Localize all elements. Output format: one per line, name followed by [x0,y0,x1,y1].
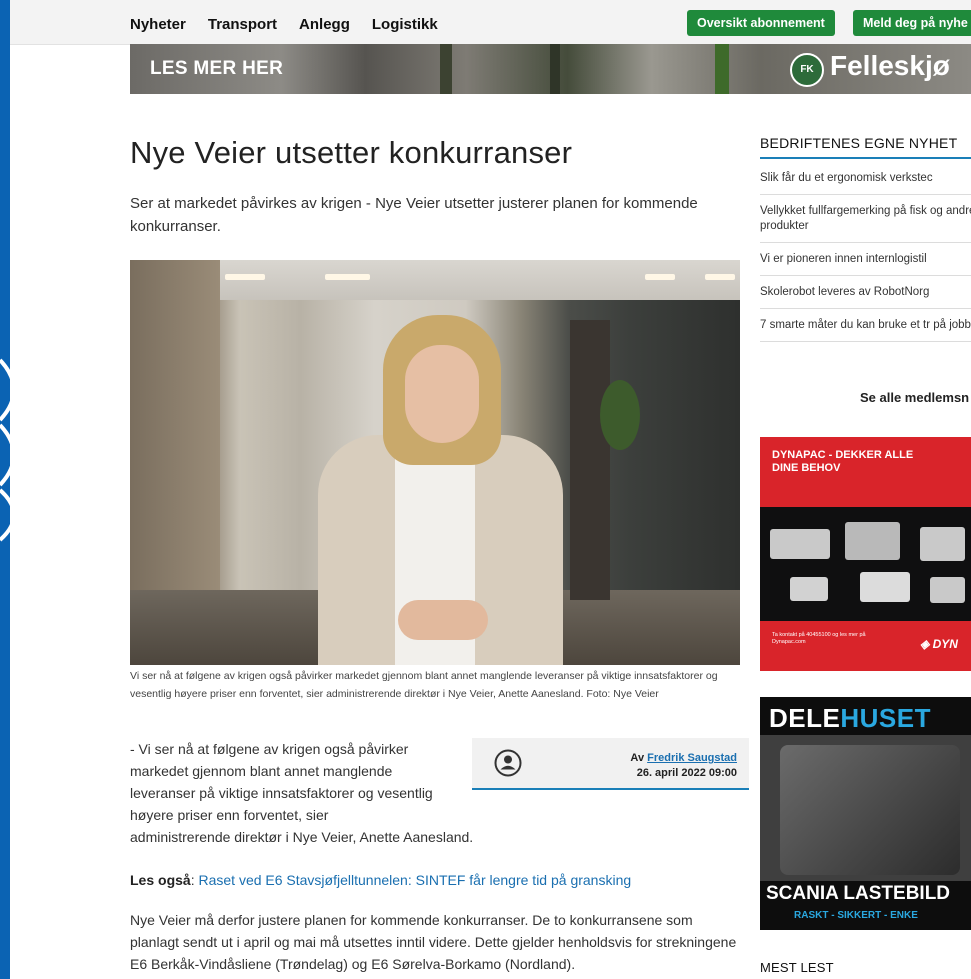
sidebar-news-item[interactable]: 7 smarte måter du kan bruke et tr på job… [760,309,971,342]
dynapac-logo: ◈ DYN [920,637,958,651]
most-read-heading: MEST LEST [760,960,834,975]
banner-cta[interactable]: LES MER HER [150,58,283,80]
newsletter-signup-button[interactable]: Meld deg på nyhe [853,10,971,36]
related-label: Les også [130,872,191,888]
sidebar-heading: BEDRIFTENES EGNE NYHET [760,135,958,151]
ad-footer: Ta kontakt på 40455100 og les mer på Dyn… [760,621,971,671]
top-navigation: Nyheter Transport Anlegg Logistikk Overs… [10,0,971,45]
photo-light [705,274,735,280]
sidebar-news-item[interactable]: Vi er pioneren innen internlogistil [760,243,971,276]
sidebar-news-item[interactable]: Slik får du et ergonomisk verkstec [760,162,971,195]
logo-part: DELE [769,703,841,733]
machine-image [860,572,910,602]
nav-item-nyheter[interactable]: Nyheter [130,16,186,33]
photo-light [225,274,265,280]
delehuset-ad[interactable]: DELEHUSET SCANIA LASTEBILD RASKT - SIKKE… [760,697,971,930]
photo-door [570,320,610,600]
dynapac-ad[interactable]: DYNAPAC - DEKKER ALLE DINE BEHOV Ta kont… [760,437,971,671]
photo-ceiling [130,260,740,300]
ad-title-line: DINE BEHOV [772,462,841,474]
nav-item-anlegg[interactable]: Anlegg [299,16,350,33]
sidebar-news-item[interactable]: Vellykket fullfargemerking på fisk og an… [760,195,971,243]
sidebar-news-item[interactable]: Skolerobot leveres av RobotNorg [760,276,971,309]
ad-header: DYNAPAC - DEKKER ALLE DINE BEHOV [760,437,971,507]
author-prefix: Av [630,752,645,764]
article-body-quote: - Vi ser nå at følgene av krigen også på… [130,738,473,848]
banner-graphic [440,44,452,94]
page: Nyheter Transport Anlegg Logistikk Overs… [10,0,971,979]
logo-part: HUSET [840,703,931,733]
machine-image [920,527,965,561]
nav-item-logistikk[interactable]: Logistikk [372,16,438,33]
related-article-link[interactable]: Raset ved E6 Stavsjøfjelltunnelen: SINTE… [198,872,631,888]
nav-links: Nyheter Transport Anlegg Logistikk [130,16,438,33]
see-all-member-news-link[interactable]: Se alle medlemsn [860,390,969,405]
banner-graphic [550,44,560,94]
ad-contact-text: Ta kontakt på 40455100 og les mer på Dyn… [772,632,866,645]
photo-plant [600,380,640,450]
ad-header: DELEHUSET [760,697,971,735]
machine-image [790,577,828,601]
nav-item-transport[interactable]: Transport [208,16,277,33]
publish-date: 26. april 2022 09:00 [636,767,737,779]
sidebar-news-list: Slik får du et ergonomisk verkstec Velly… [760,162,971,342]
machine-image [845,522,900,560]
felleskjopet-logo-icon: FK [790,53,824,87]
photo-person-face [405,345,479,443]
ad-title: DYNAPAC - DEKKER ALLE DINE BEHOV [772,449,913,475]
quote-text: - Vi ser nå at følgene av krigen også på… [130,741,433,823]
banner-brand: Felleskjø [830,50,950,81]
article-lead: Ser at markedet påvirkes av krigen - Nye… [130,195,698,235]
top-ad-banner[interactable]: LES MER HER FK Felleskjø [130,44,971,94]
engine-image [780,745,960,875]
photo-person-hands [398,600,488,640]
subscription-overview-button[interactable]: Oversikt abonnement [687,10,835,36]
photo-caption: Vi ser nå at følgene av krigen også påvi… [130,670,718,700]
photo-light [325,274,370,280]
article-title: Nye Veier utsetter konkurranser [130,135,573,170]
author-box: Av Fredrik Saugstad 26. april 2022 09:00 [472,738,749,790]
user-avatar-icon [494,749,522,777]
ad-tagline: RASKT - SIKKERT - ENKE [760,907,971,930]
author-link[interactable]: Fredrik Saugstad [647,752,737,764]
machine-image [930,577,965,603]
article-paragraph: Nye Veier må derfor justere planen for k… [130,912,737,972]
author-byline: Av Fredrik Saugstad [630,752,737,764]
sidebar-heading-underline [760,157,971,159]
photo-light [645,274,675,280]
ad-headline: SCANIA LASTEBILD [760,881,971,907]
delehuset-logo: DELEHUSET [769,703,931,734]
ad-title-line: DYNAPAC - DEKKER ALLE [772,449,914,461]
quote-text-end: administrerende direktør i Nye Veier, An… [130,829,474,845]
machine-image [770,529,830,559]
banner-graphic [715,44,729,94]
article-photo [130,260,740,665]
related-article: Les også: Raset ved E6 Stavsjøfjelltunne… [130,872,632,888]
